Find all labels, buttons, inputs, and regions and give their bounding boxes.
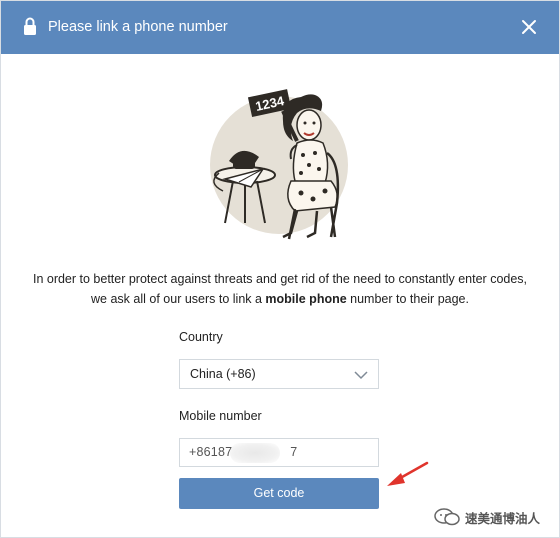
country-select[interactable]: China (+86) (179, 359, 379, 389)
country-select-value: China (+86) (190, 367, 256, 381)
description-line-1: In order to better protect against threa… (32, 272, 528, 286)
mobile-number-prefix: +86187 (189, 445, 233, 459)
get-code-button[interactable]: Get code (179, 478, 379, 509)
description-text: In order to better protect against threa… (1, 269, 559, 309)
country-label: Country (179, 330, 223, 344)
close-icon[interactable] (521, 19, 537, 35)
telegram-illustration: 1234 (210, 89, 348, 240)
dialog-title: Please link a phone number (48, 19, 228, 35)
description-line-2-end: number to their page. (346, 292, 469, 306)
dialog-header: Please link a phone number (1, 1, 559, 54)
mobile-number-input[interactable]: +86187 7 (179, 438, 379, 467)
redaction-blur (230, 443, 280, 463)
watermark-text: 速美通博油人 (465, 512, 541, 526)
mobile-number-suffix: 7 (290, 445, 298, 459)
description-bold-text: mobile phone (265, 292, 347, 306)
chevron-down-icon (354, 371, 368, 380)
link-phone-dialog: Please link a phone number 1234 In order… (0, 0, 560, 538)
wechat-icon (434, 508, 460, 526)
mobile-number-label: Mobile number (179, 409, 262, 423)
lock-icon (24, 17, 36, 35)
watermark: 速美通博油人 (431, 506, 556, 528)
red-arrow-annotation (387, 461, 429, 486)
description-line-2-start: we ask all of our users to link a (91, 292, 266, 306)
description-line-2: we ask all of our users to link a mobile… (1, 289, 559, 309)
